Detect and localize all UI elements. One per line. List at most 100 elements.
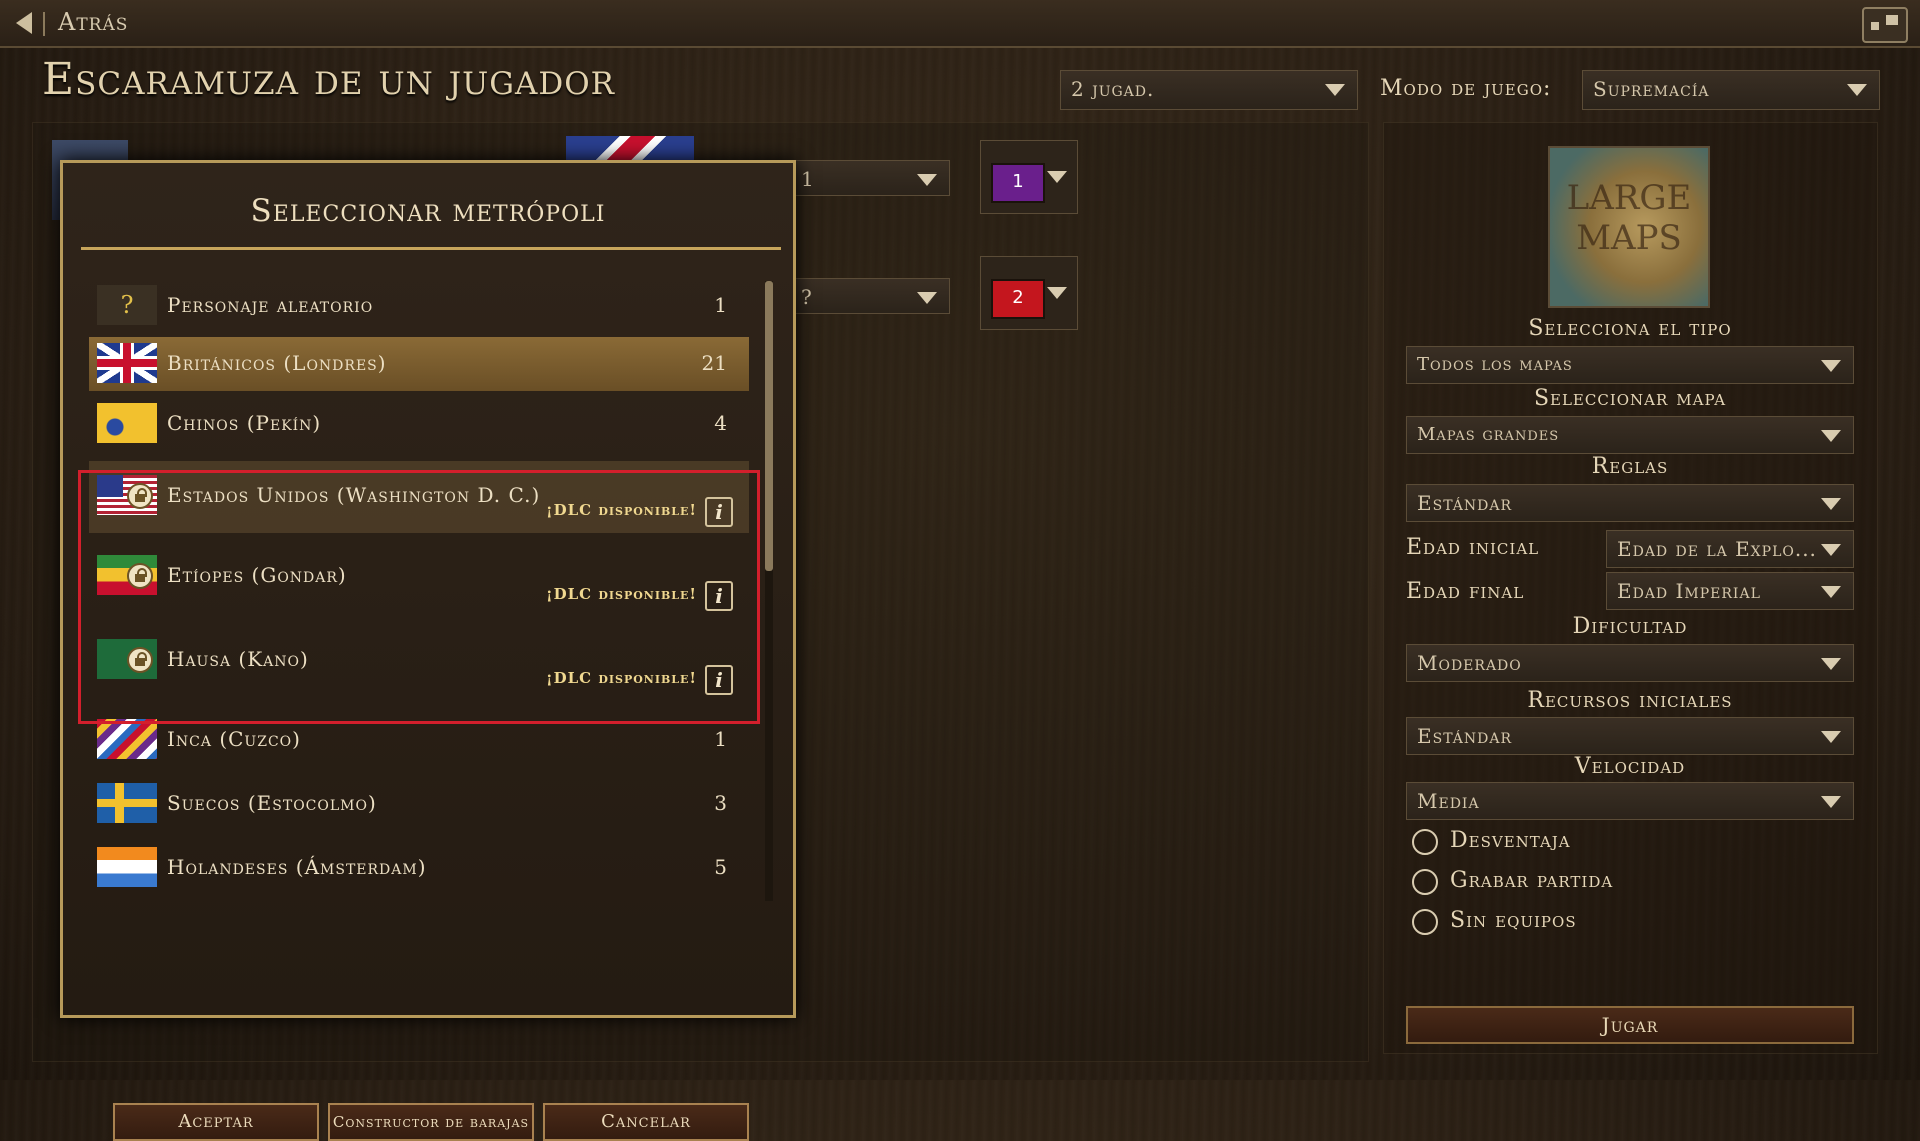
play-button[interactable]: Jugar [1406, 1006, 1854, 1044]
end-age-value: Edad Imperial [1617, 579, 1761, 603]
speed-label: Velocidad [1574, 754, 1686, 779]
team-number-badge: 1 [991, 163, 1045, 203]
chevron-down-icon [1047, 287, 1067, 299]
game-mode-label: Modo de juego: [1380, 76, 1552, 101]
end-age-dropdown[interactable]: Edad Imperial [1606, 572, 1854, 610]
chevron-down-icon [1821, 360, 1841, 372]
game-mode-dropdown[interactable]: Supremacía [1582, 70, 1880, 110]
chevron-down-icon [1821, 658, 1841, 670]
chevron-down-icon [1821, 544, 1841, 556]
list-item-british[interactable]: Británicos (Londres) 21 [89, 337, 749, 391]
netherlands-flag-icon [97, 847, 157, 887]
map-thumbnail-text-2: MAPS [1576, 218, 1682, 258]
players-dropdown[interactable]: 2 jugad. [1060, 70, 1358, 110]
player-2-civ-value: ? [801, 285, 812, 309]
deck-builder-button[interactable]: Constructor de barajas [328, 1103, 534, 1141]
map-type-label: Selecciona el tipo [1528, 316, 1732, 341]
chevron-down-icon [1847, 84, 1867, 96]
list-item-count: 5 [714, 855, 727, 879]
list-item-random[interactable]: ? Personaje aleatorio 1 [89, 273, 749, 337]
chevron-down-icon [917, 174, 937, 186]
list-item-label: Holandeses (Ámsterdam) [167, 855, 427, 879]
dlc-highlight-box [78, 470, 760, 724]
accept-button[interactable]: Aceptar [113, 1103, 319, 1141]
random-icon: ? [97, 285, 157, 325]
page-title: Escaramuza de un jugador [42, 54, 615, 105]
list-item-count: 4 [714, 411, 727, 435]
list-item-count: 1 [714, 293, 727, 317]
rules-value: Estándar [1417, 491, 1512, 515]
list-item-count: 3 [714, 791, 727, 815]
china-flag-icon [97, 403, 157, 443]
speed-dropdown[interactable]: Media [1406, 782, 1854, 820]
team-number-badge: 2 [991, 279, 1045, 319]
resources-value: Estándar [1417, 724, 1512, 748]
list-item-count: 1 [714, 727, 727, 751]
player-1-team-selector[interactable]: 1 [980, 140, 1078, 214]
list-item-label: Inca (Cuzco) [167, 727, 301, 751]
handicap-label: Desventaja [1450, 828, 1571, 853]
start-age-label: Edad inicial [1406, 535, 1540, 560]
handicap-radio[interactable] [1412, 829, 1438, 855]
chevron-down-icon [1821, 796, 1841, 808]
list-item-chinese[interactable]: Chinos (Pekín) 4 [89, 391, 749, 455]
player-flag-peek [566, 136, 694, 162]
no-teams-label: Sin equipos [1450, 908, 1577, 933]
map-select-value: Mapas grandes [1417, 424, 1560, 445]
uk-flag-icon [97, 343, 157, 383]
chevron-down-icon [1821, 731, 1841, 743]
no-teams-radio[interactable] [1412, 909, 1438, 935]
map-thumbnail-text-1: LARGE [1566, 178, 1692, 218]
start-age-value: Edad de la Explo... [1617, 537, 1817, 561]
end-age-label: Edad final [1406, 579, 1525, 604]
list-item-label: Chinos (Pekín) [167, 411, 322, 435]
list-item-label: Británicos (Londres) [167, 351, 387, 375]
chevron-down-icon [1821, 498, 1841, 510]
list-item-dutch[interactable]: Holandeses (Ámsterdam) 5 [89, 835, 749, 899]
start-age-dropdown[interactable]: Edad de la Explo... [1606, 530, 1854, 568]
player-1-civ-dropdown[interactable]: 1 [790, 160, 950, 196]
rules-label: Reglas [1591, 454, 1669, 479]
network-icon[interactable] [1862, 7, 1908, 43]
map-thumbnail: LARGE MAPS [1548, 146, 1710, 308]
list-item-label: Suecos (Estocolmo) [167, 791, 377, 815]
random-symbol: ? [120, 291, 134, 319]
list-item-count: 21 [701, 351, 727, 375]
chevron-down-icon [1325, 84, 1345, 96]
back-arrow-icon[interactable] [16, 12, 32, 34]
back-button[interactable]: Atrás [58, 8, 128, 36]
scrollbar-thumb[interactable] [765, 281, 773, 571]
title-divider [81, 247, 781, 250]
player-2-team-selector[interactable]: 2 [980, 256, 1078, 330]
difficulty-label: Dificultad [1572, 614, 1688, 639]
top-bar: Atrás [0, 0, 1920, 48]
map-type-value: Todos los mapas [1417, 354, 1573, 375]
rules-dropdown[interactable]: Estándar [1406, 484, 1854, 522]
chevron-down-icon [1821, 586, 1841, 598]
player-2-civ-dropdown[interactable]: ? [790, 278, 950, 314]
speed-value: Media [1417, 789, 1480, 813]
list-item-label: Personaje aleatorio [167, 293, 374, 317]
chevron-down-icon [917, 292, 937, 304]
record-game-radio[interactable] [1412, 869, 1438, 895]
map-type-dropdown[interactable]: Todos los mapas [1406, 346, 1854, 384]
player-1-civ-value: 1 [801, 167, 814, 191]
chevron-down-icon [1047, 171, 1067, 183]
chevron-down-icon [1821, 430, 1841, 442]
game-mode-value: Supremacía [1593, 77, 1710, 101]
list-scrollbar[interactable] [765, 281, 773, 901]
difficulty-value: Moderado [1417, 651, 1522, 675]
inca-flag-icon [97, 719, 157, 759]
resources-label: Recursos iniciales [1527, 688, 1733, 713]
difficulty-dropdown[interactable]: Moderado [1406, 644, 1854, 682]
back-separator [43, 12, 45, 36]
modal-title: Seleccionar metrópoli [250, 193, 606, 229]
resources-dropdown[interactable]: Estándar [1406, 717, 1854, 755]
cancel-button[interactable]: Cancelar [543, 1103, 749, 1141]
players-value: 2 jugad. [1071, 77, 1155, 101]
map-select-dropdown[interactable]: Mapas grandes [1406, 416, 1854, 454]
sweden-flag-icon [97, 783, 157, 823]
map-select-label: Seleccionar mapa [1533, 386, 1727, 411]
list-item-swedes[interactable]: Suecos (Estocolmo) 3 [89, 771, 749, 835]
record-game-label: Grabar partida [1450, 868, 1614, 893]
